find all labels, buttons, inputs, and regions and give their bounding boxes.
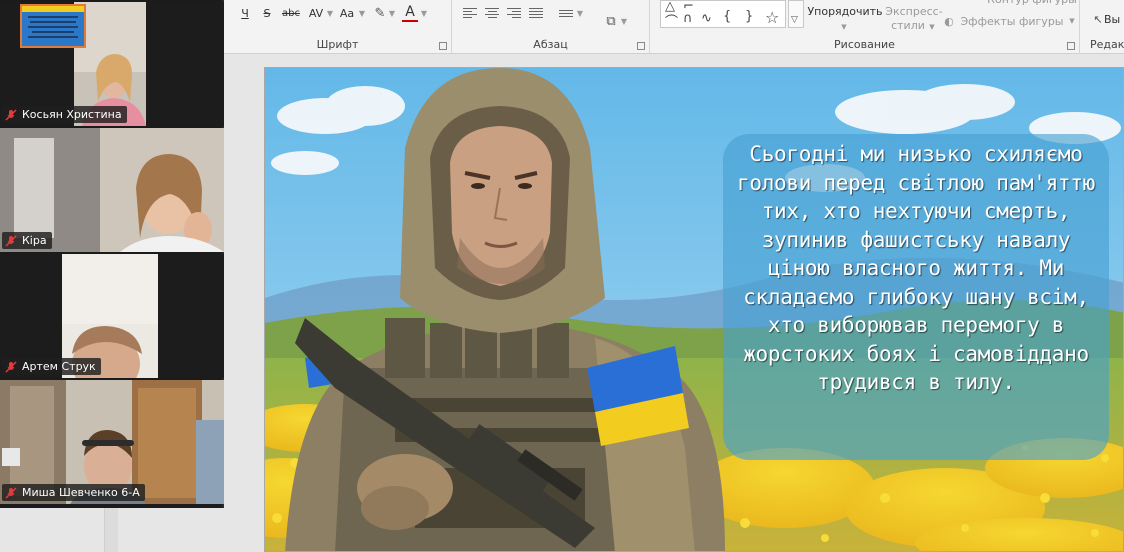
participant-name: Косьян Христина	[22, 108, 122, 121]
dialog-launcher-icon[interactable]	[1067, 42, 1075, 50]
mic-muted-icon	[5, 360, 17, 373]
chevron-down-icon[interactable]: ▼	[420, 4, 428, 22]
cursor-icon[interactable]: ↖	[1092, 10, 1104, 28]
slide-thumbnail[interactable]	[20, 4, 86, 48]
chevron-down-icon[interactable]: ▽	[791, 15, 798, 25]
app-root: Ч S abc AV ▼ Aa ▼ ✎ ▼ A ▼ Шрифт ▼ ⧉ ▼ Аб…	[0, 0, 1124, 552]
mic-muted-icon	[5, 234, 17, 247]
strikethrough-button[interactable]: S	[260, 4, 274, 22]
ribbon: Ч S abc AV ▼ Aa ▼ ✎ ▼ A ▼ Шрифт ▼ ⧉ ▼ Аб…	[224, 0, 1124, 54]
paragraph-group: ▼ ⧉ ▼ Абзац	[452, 0, 650, 54]
mic-muted-icon	[5, 486, 17, 499]
chevron-down-icon[interactable]: ▼	[840, 18, 848, 36]
brace-open-shape-icon[interactable]: {	[723, 9, 731, 24]
align-right-icon[interactable]	[506, 4, 522, 22]
drawing-group: △ ⌐ ⌒ ∩ ∿ { } ☆ ▽ Упорядочить ▼ Экспресс…	[650, 0, 1080, 54]
participant-name-bar: Косьян Христина	[2, 106, 127, 123]
shape-effects-button[interactable]: Эффекты фигуры	[956, 12, 1068, 30]
video-tile[interactable]: Артем Струк	[0, 254, 224, 378]
shapes-gallery[interactable]: △ ⌐ ⌒ ∩ ∿ { } ☆	[660, 0, 786, 30]
underline-button[interactable]: Ч	[238, 4, 252, 22]
editing-group: ↖ Вы Редакт	[1080, 0, 1124, 54]
participant-name-bar: Миша Шевченко 6-А	[2, 484, 145, 501]
star-shape-icon[interactable]: ☆	[765, 8, 779, 27]
slide-text[interactable]: Сьогодні ми низько схиляємо голови перед…	[731, 140, 1101, 397]
font-color-button[interactable]: A	[402, 4, 418, 22]
smartart-icon[interactable]: ⧉	[602, 12, 620, 30]
video-tile[interactable]: Кіра	[0, 128, 224, 252]
quick-styles-label: стили	[891, 18, 925, 32]
drawing-group-label: Рисование	[834, 38, 895, 51]
thumbnail-scrollbar[interactable]	[104, 508, 118, 552]
brace-close-shape-icon[interactable]: }	[745, 9, 753, 24]
shape-outline-button[interactable]: Контур фигуры	[984, 0, 1080, 8]
video-tile[interactable]: Миша Шевченко 6-А	[0, 380, 224, 504]
slide[interactable]: Сьогодні ми низько схиляємо голови перед…	[264, 67, 1124, 552]
thumbnail-preview	[22, 6, 84, 46]
dialog-launcher-icon[interactable]	[439, 42, 447, 50]
editing-group-label: Редакт	[1090, 38, 1124, 51]
participant-name: Артем Струк	[22, 360, 96, 373]
highlighter-icon[interactable]: ✎	[372, 4, 388, 22]
chevron-down-icon[interactable]: ▼	[576, 4, 584, 22]
columns-icon[interactable]	[556, 4, 576, 22]
font-group-label: Шрифт	[316, 38, 359, 51]
align-center-icon[interactable]	[484, 4, 500, 22]
chevron-down-icon[interactable]: ▼	[388, 4, 396, 22]
chevron-down-icon[interactable]: ▼	[358, 4, 366, 22]
curve-shape-icon[interactable]: ∩	[683, 11, 693, 26]
dialog-launcher-icon[interactable]	[637, 42, 645, 50]
gallery-scroll[interactable]: ▽	[788, 0, 804, 28]
participant-name-bar: Артем Струк	[2, 358, 101, 375]
font-group: Ч S abc AV ▼ Aa ▼ ✎ ▼ A ▼ Шрифт	[224, 0, 452, 54]
chevron-down-icon[interactable]: ▼	[620, 12, 628, 30]
paragraph-group-label: Абзац	[533, 38, 568, 51]
video-panel: Косьян Христина Кіра Артем Струк Миша Ше…	[0, 0, 224, 508]
change-case-button[interactable]: Aa	[336, 4, 358, 22]
arc-shape-icon[interactable]: ⌒	[665, 11, 678, 30]
align-left-icon[interactable]	[462, 4, 478, 22]
select-button[interactable]: Вы	[1104, 10, 1124, 28]
chevron-down-icon[interactable]: ▼	[928, 18, 936, 36]
abc-button[interactable]: abc	[280, 4, 302, 22]
justify-icon[interactable]	[528, 4, 544, 22]
chevron-down-icon[interactable]: ▼	[326, 4, 334, 22]
participant-name-bar: Кіра	[2, 232, 52, 249]
shape-effects-icon[interactable]: ◐	[942, 12, 956, 30]
chevron-down-icon[interactable]: ▼	[1068, 12, 1076, 30]
participant-name: Кіра	[22, 234, 47, 247]
participant-name: Миша Шевченко 6-А	[22, 486, 140, 499]
mic-muted-icon	[5, 108, 17, 121]
wave-shape-icon[interactable]: ∿	[701, 11, 712, 26]
char-spacing-button[interactable]: AV	[304, 4, 328, 22]
